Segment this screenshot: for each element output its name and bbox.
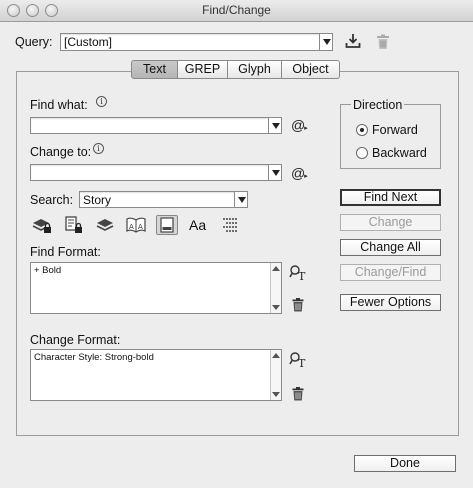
change-format-scrollbar[interactable] bbox=[270, 350, 281, 400]
find-format-box[interactable]: + Bold bbox=[30, 262, 282, 314]
delete-query-icon[interactable] bbox=[376, 34, 390, 50]
direction-backward-label[interactable]: Backward bbox=[372, 146, 427, 160]
query-label: Query: bbox=[15, 35, 53, 49]
title-bar: Find/Change bbox=[0, 0, 473, 22]
include-footnotes-icon[interactable] bbox=[156, 215, 178, 235]
change-format-box[interactable]: Character Style: Strong-bold bbox=[30, 349, 282, 401]
change-to-input[interactable] bbox=[30, 164, 282, 181]
clear-change-format-icon[interactable] bbox=[292, 387, 304, 404]
specify-find-format-icon[interactable]: T bbox=[289, 264, 307, 285]
find-format-value: + Bold bbox=[34, 265, 62, 276]
specify-change-format-icon[interactable]: T bbox=[289, 351, 307, 372]
info-icon[interactable]: i bbox=[96, 96, 107, 107]
svg-text:A: A bbox=[138, 223, 143, 231]
change-find-button[interactable]: Change/Find bbox=[340, 264, 441, 281]
chevron-down-icon bbox=[268, 118, 281, 133]
include-hidden-layers-icon[interactable] bbox=[94, 215, 116, 235]
tab-grep[interactable]: GREP bbox=[178, 60, 228, 79]
query-dropdown[interactable]: [Custom] bbox=[60, 33, 333, 51]
window-title: Find/Change bbox=[202, 3, 271, 17]
whole-word-icon[interactable] bbox=[219, 215, 241, 235]
svg-text:A: A bbox=[129, 223, 134, 231]
search-scope-value: Story bbox=[83, 193, 112, 207]
clear-find-format-icon[interactable] bbox=[292, 298, 304, 315]
change-format-label: Change Format: bbox=[30, 333, 121, 347]
include-locked-stories-icon[interactable] bbox=[63, 215, 85, 235]
change-all-button[interactable]: Change All bbox=[340, 239, 441, 256]
change-format-value: Character Style: Strong-bold bbox=[34, 352, 154, 363]
direction-backward-radio[interactable] bbox=[356, 147, 368, 159]
svg-text:T: T bbox=[298, 270, 306, 282]
case-sensitive-icon[interactable]: Aa bbox=[189, 217, 206, 233]
direction-forward-radio[interactable] bbox=[356, 124, 368, 136]
done-button[interactable]: Done bbox=[354, 455, 456, 472]
search-mode-tabs: Text GREP Glyph Object bbox=[131, 60, 340, 79]
tab-glyph[interactable]: Glyph bbox=[228, 60, 282, 79]
info-icon[interactable]: i bbox=[93, 143, 104, 154]
svg-text:T: T bbox=[298, 357, 306, 369]
tab-object[interactable]: Object bbox=[282, 60, 340, 79]
search-scope-dropdown[interactable]: Story bbox=[79, 191, 248, 208]
special-characters-for-search-icon[interactable]: @▸ bbox=[291, 118, 309, 136]
change-to-label: Change to: bbox=[30, 145, 92, 159]
find-what-input[interactable] bbox=[30, 117, 282, 134]
chevron-down-icon bbox=[319, 34, 332, 50]
find-format-label: Find Format: bbox=[30, 245, 101, 259]
save-query-icon[interactable] bbox=[344, 32, 362, 50]
query-value: [Custom] bbox=[64, 35, 113, 49]
chevron-down-icon bbox=[234, 192, 247, 207]
find-what-label: Find what: bbox=[30, 98, 88, 112]
find-format-scrollbar[interactable] bbox=[270, 263, 281, 313]
direction-forward-label[interactable]: Forward bbox=[372, 123, 418, 137]
special-characters-for-replace-icon[interactable]: @▸ bbox=[291, 166, 309, 184]
chevron-down-icon bbox=[268, 165, 281, 180]
change-button[interactable]: Change bbox=[340, 214, 441, 231]
include-master-pages-icon[interactable]: A A bbox=[125, 215, 147, 235]
search-label: Search: bbox=[30, 193, 74, 207]
include-locked-layers-icon[interactable] bbox=[31, 215, 53, 235]
find-next-button[interactable]: Find Next bbox=[340, 189, 441, 206]
fewer-options-button[interactable]: Fewer Options bbox=[340, 294, 441, 311]
direction-title: Direction bbox=[351, 98, 405, 112]
tab-text[interactable]: Text bbox=[131, 60, 178, 79]
